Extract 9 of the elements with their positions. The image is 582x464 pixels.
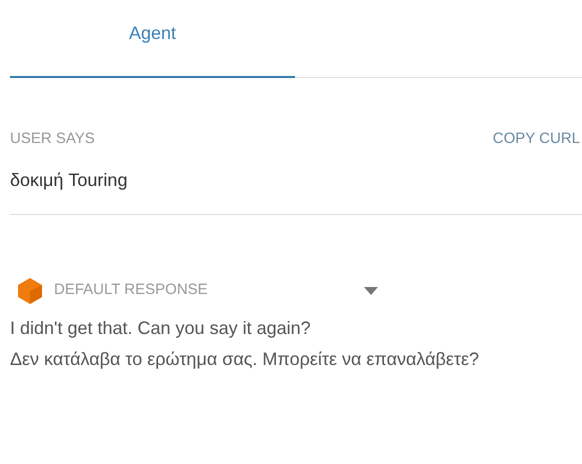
tab[interactable]: Agent	[10, 0, 295, 78]
copy-curl-button[interactable]: COPY CURL	[492, 128, 580, 150]
dropdown-caret-icon[interactable]	[364, 286, 378, 294]
section-label: USER SAYS	[10, 129, 95, 149]
section-label: DEFAULT RESPONSE	[54, 280, 209, 300]
response-message: Δεν κατάλαβα το ερώτημα σας. Μπορείτε να επαναλάβετε?	[10, 348, 480, 371]
user-phrase: δοκιμή Touring	[10, 168, 128, 192]
response-icon	[16, 276, 44, 304]
response-message: I didn't get that. Can you say it again?	[10, 316, 312, 340]
